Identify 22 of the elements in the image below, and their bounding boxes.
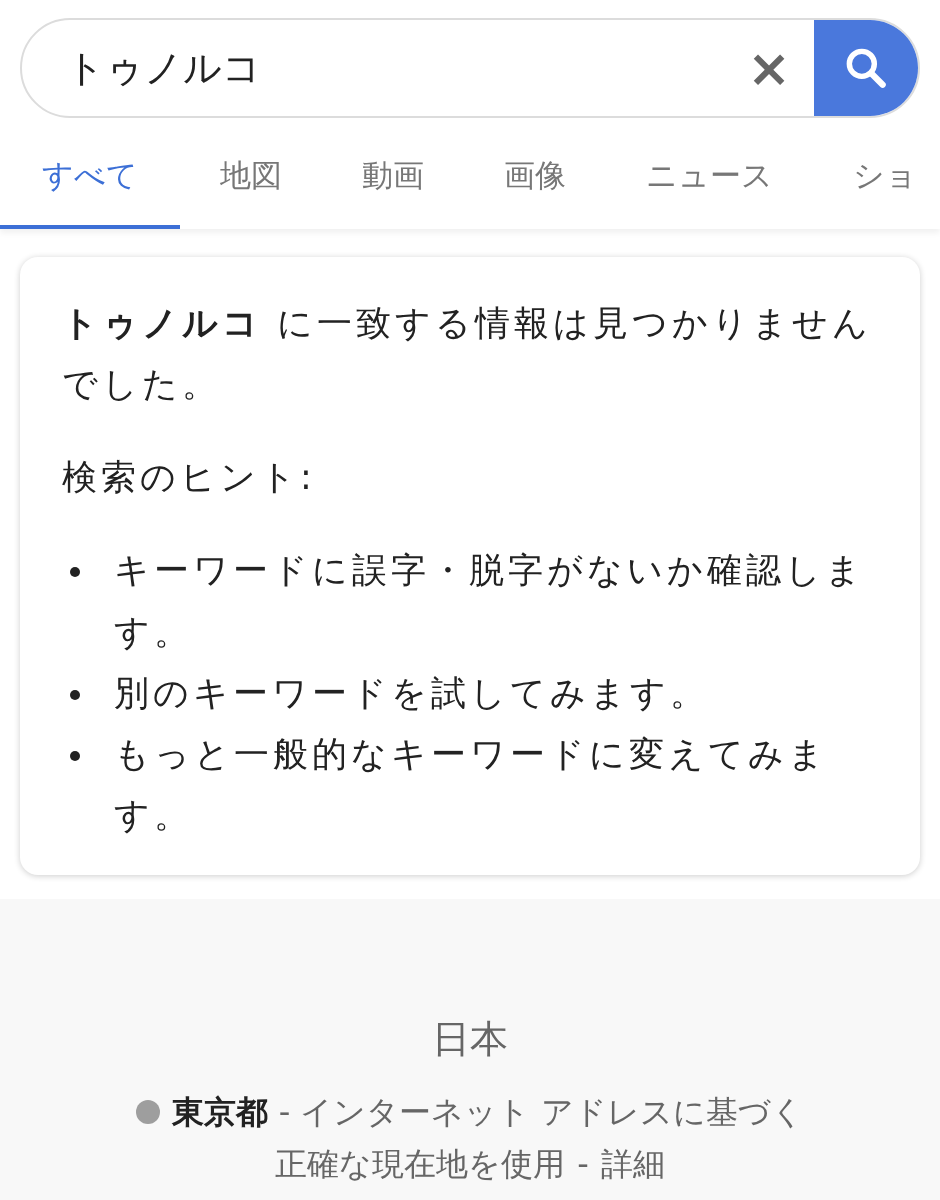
hint-text: もっと一般的なキーワードに変えてみます。 (114, 733, 829, 838)
bullet-icon (70, 689, 80, 700)
hint-text: キーワードに誤字・脱字がないか確認します。 (114, 549, 866, 654)
clear-button[interactable]: × (724, 20, 814, 116)
use-precise-location-link[interactable]: 正確な現在地を使用 (275, 1139, 566, 1188)
hint-text: 別のキーワードを試してみます。 (114, 671, 709, 715)
location-text: 東京都 - インターネット アドレスに基づく (172, 1091, 804, 1133)
search-input[interactable]: トゥノルコ (22, 39, 724, 97)
tab[interactable]: 画像 (464, 136, 606, 229)
tab[interactable]: 動画 (322, 136, 464, 229)
tab[interactable]: ニュース (606, 136, 813, 229)
country-label: 日本 (432, 1015, 508, 1063)
separator: - (577, 1143, 589, 1185)
tab[interactable]: 地図 (180, 136, 322, 229)
bullet-icon (70, 567, 80, 578)
hints-heading: 検索のヒント: (62, 456, 317, 499)
details-link[interactable]: 詳細 (600, 1139, 665, 1188)
search-button[interactable] (814, 20, 918, 116)
tab[interactable]: ショ (813, 136, 940, 229)
search-field[interactable]: トゥノルコ × (20, 18, 920, 118)
bullet-icon (70, 751, 80, 761)
no-results-message: トゥノルコ に一致する情報は見つかりませんでした。 (62, 301, 874, 406)
